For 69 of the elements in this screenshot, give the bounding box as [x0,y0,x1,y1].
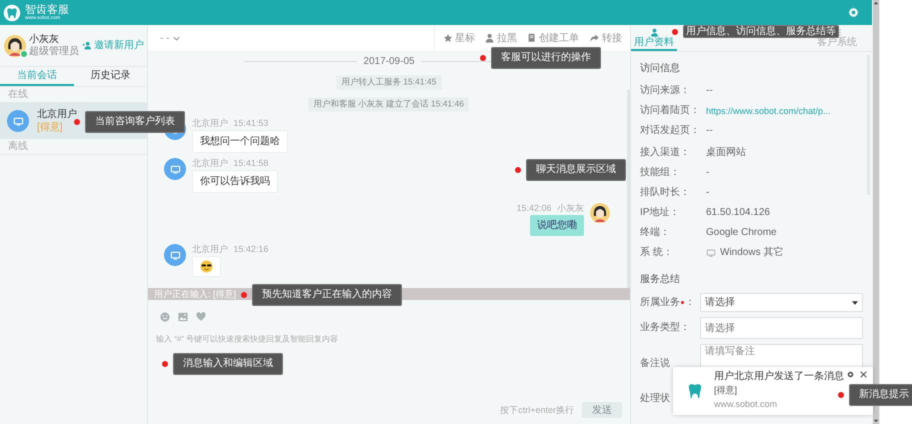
info-label: 终端： [640,226,671,240]
info-value: - [706,186,710,200]
field-label: 业务类型： [640,320,690,335]
message-sender: 小灰灰 [557,204,584,214]
logo-title: 智齿客服 [25,4,69,16]
field-label-colon: ： [685,296,695,310]
date-divider-label: 2017-09-05 [363,55,415,69]
group-label: 离线 [8,140,28,154]
info-value: -- [706,124,713,138]
info-label: 访问着陆页： [640,104,701,118]
business-type-field[interactable]: 请选择 [700,317,863,339]
info-label: 技能组： [640,166,681,180]
annotation-tooltip: 聊天消息展示区域 [526,159,626,181]
group-label: 在线 [8,88,28,102]
notification-title: 用户北京用户发送了一条消息 [714,370,844,384]
annotation-tooltip: 客服可以进行的操作 [491,47,601,69]
message-bubble: 我想问一个问题哈 [192,130,288,153]
info-value: Google Chrome [706,226,777,240]
system-message: 用户和客服 小灰灰 建立了会话 15:41:46 [308,97,470,112]
chat-action-button[interactable]: 星标 [443,30,475,46]
info-value: -- [706,84,713,98]
info-value: 61.50.104.126 [706,206,770,220]
info-label: 对话发起页： [640,124,701,138]
annotation-tooltip: 消息输入和编辑区域 [173,353,283,375]
info-label: 访问来源： [640,84,691,98]
field-label: 备注说 [640,356,670,371]
system-message: 用户转人工服务 15:41:45 [336,75,442,90]
annotation-tooltip: 用户信息、访问信息、服务总结等 [683,25,839,38]
info-value: Windows 其它 [720,246,784,260]
landing-page-link[interactable]: https://www.sobot.com/chat/p... [706,102,831,120]
message-bubble: 说吧您嘞 [530,215,584,236]
info-label: 排队时长： [640,186,691,200]
chat-action-button[interactable]: 拉黑 [485,30,517,46]
message-time: 15:41:58 [233,158,268,170]
invite-user-button[interactable]: 邀请新用户 [82,38,144,53]
message-time: 15:41:53 [233,118,268,130]
message-sender: 北京用户 [192,244,228,256]
info-value: - [706,166,710,180]
section-title: 访问信息 [640,62,681,76]
message-time: 15:42:06 [516,204,552,214]
agent-name: 小灰灰 [29,34,60,46]
message-bubble: 你可以告诉我吗 [192,170,278,193]
agent-role: 超级管理员 [29,46,79,58]
chat-action-button[interactable]: 创建工单 [527,30,579,46]
annotation-tooltip: 当前咨询客户列表 [85,111,185,133]
info-value: 桌面网站 [706,146,746,160]
composer-hint: 输入 “#” 号键可以快速搜索快捷回复及智能回复内容 [156,334,340,346]
business-select[interactable]: 请选择 [700,293,863,312]
info-label: IP地址： [640,206,680,220]
session-tab[interactable]: 历史记录 [74,67,147,86]
info-label: 系 统： [640,246,674,260]
session-tab[interactable]: 当前会话 [0,67,74,86]
field-label: 所属业务 [640,296,680,310]
customer-dropdown[interactable]: - - [160,30,180,46]
chat-action-button[interactable]: 转接 [589,30,622,46]
section-title: 服务总结 [640,272,681,287]
session-last-message: [得意] [37,121,64,134]
message-sender: 北京用户 [192,118,228,130]
field-label: 处理状 [640,392,670,406]
notification-site: www.sobot.com [714,398,778,412]
message-time: 15:42:16 [233,244,268,256]
info-label: 接入渠道： [640,146,691,160]
session-user-name: 北京用户 [37,108,77,121]
shortcut-hint: 按下ctrl+enter换行 [500,404,574,417]
annotation-tooltip: 新消息提示 [849,384,912,406]
notification-message: [得意] [714,384,737,398]
message-sender: 北京用户 [192,158,228,170]
annotation-tooltip: 预先知道客户正在输入的内容 [252,284,402,306]
typing-status-text: 用户正在输入: [得意] [154,288,236,301]
